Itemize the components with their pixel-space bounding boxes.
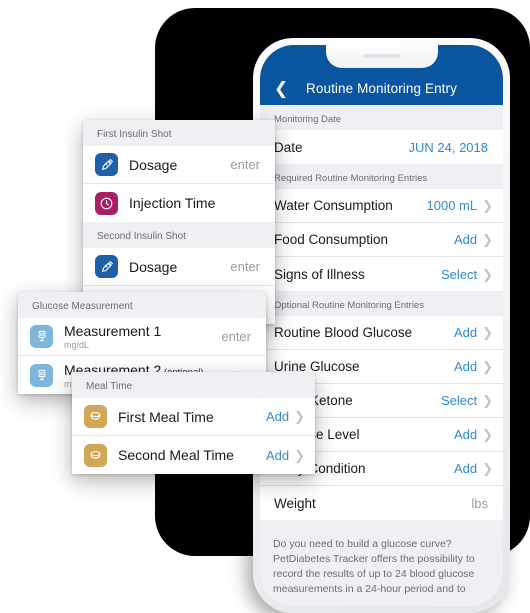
- phone-screen: ❮ Routine Monitoring Entry Monitoring Da…: [260, 45, 503, 606]
- chevron-right-icon: ❯: [482, 359, 493, 374]
- settings-list[interactable]: Monitoring Date Date JUN 24, 2018 Required …: [260, 105, 503, 606]
- glucose-meter-icon: [30, 325, 53, 348]
- row-text: Second Meal Time: [118, 447, 266, 463]
- row-value: 1000 mL: [426, 198, 478, 213]
- row-value: lbs: [471, 495, 488, 511]
- card-row-injection-time[interactable]: Injection Time: [83, 184, 275, 222]
- row-text: Dosage: [129, 259, 230, 275]
- row-title: Injection Time: [129, 195, 216, 211]
- page-title: Routine Monitoring Entry: [306, 81, 457, 96]
- chevron-right-icon: ❯: [294, 409, 305, 424]
- row-action-label[interactable]: Add: [266, 448, 289, 463]
- row-value: Select: [440, 393, 478, 408]
- row-label: Food Consumption: [274, 232, 389, 247]
- row-title: Second Meal Time: [118, 447, 234, 463]
- section-header: Monitoring Date: [260, 105, 503, 130]
- chevron-right-icon: ❯: [482, 266, 493, 282]
- list-row-date[interactable]: Date JUN 24, 2018: [260, 130, 503, 164]
- row-text: Injection Time: [129, 195, 265, 211]
- row-value: JUN 24, 2018: [408, 139, 489, 155]
- food-bowl-icon: [84, 405, 107, 428]
- chevron-right-icon: ❯: [482, 461, 493, 476]
- row-placeholder: enter: [230, 157, 260, 172]
- syringe-icon: [95, 153, 118, 176]
- glucose-meter-icon: [30, 363, 53, 387]
- meal-time-card[interactable]: Meal Time First Meal Time Add ❯ Second Meal …: [72, 372, 315, 474]
- section-rows: Date JUN 24, 2018: [260, 130, 503, 164]
- card-section-header: Meal Time: [72, 372, 315, 398]
- navigation-bar: ❮ Routine Monitoring Entry: [260, 45, 503, 105]
- section-header: Required Routine Monitoring Entries: [260, 164, 503, 189]
- phone-notch: [325, 45, 438, 68]
- card-row-dosage[interactable]: Dosage enter: [83, 248, 275, 286]
- row-subtitle: mg/dL: [64, 340, 90, 350]
- chevron-left-icon[interactable]: ❮: [274, 80, 288, 97]
- row-label: Weight: [274, 495, 316, 511]
- list-row-weight[interactable]: Weight lbs: [260, 486, 503, 520]
- row-title: Measurement 1: [64, 323, 162, 339]
- row-value: Add: [453, 427, 478, 442]
- card-section-header: Glucose Measurement: [18, 292, 266, 318]
- row-title: Dosage: [129, 156, 178, 173]
- card-row-dosage[interactable]: Dosage enter: [83, 146, 275, 184]
- row-placeholder: enter: [221, 329, 251, 344]
- card-rows: Dosage enter Injection Time: [83, 146, 275, 222]
- row-value: Add: [453, 325, 478, 340]
- card-row-measurement-1[interactable]: Measurement 1 mg/dL enter: [18, 318, 266, 356]
- row-value: Select: [440, 266, 478, 282]
- row-text: Dosage: [129, 157, 230, 173]
- chevron-right-icon: ❯: [482, 427, 493, 442]
- row-title: First Meal Time: [118, 408, 214, 425]
- card-row-second-meal-time[interactable]: Second Meal Time Add ❯: [72, 436, 315, 474]
- chevron-right-icon: ❯: [482, 232, 493, 247]
- list-row-food-consumption[interactable]: Food Consumption Add ❯: [260, 223, 503, 257]
- food-bowl-icon: [84, 443, 107, 467]
- chevron-right-icon: ❯: [482, 393, 493, 408]
- row-value: Add: [453, 232, 478, 247]
- earpiece-speaker: [362, 54, 401, 58]
- row-text: First Meal Time: [118, 409, 266, 425]
- row-value: Add: [453, 461, 478, 476]
- row-placeholder: enter: [230, 259, 260, 274]
- row-value: Add: [453, 359, 478, 374]
- list-row-water-consumption[interactable]: Water Consumption 1000 mL ❯: [260, 189, 503, 223]
- row-label: Signs of Illness: [274, 266, 365, 282]
- row-action-label[interactable]: Add: [266, 409, 289, 424]
- chevron-right-icon: ❯: [482, 325, 493, 340]
- list-row-signs-of-illness[interactable]: Signs of Illness Select ❯: [260, 257, 503, 291]
- section-rows: Water Consumption 1000 mL ❯ Food Consumptio…: [260, 189, 503, 291]
- syringe-icon: [95, 255, 118, 278]
- chevron-right-icon: ❯: [294, 447, 305, 463]
- row-label: Water Consumption: [274, 198, 393, 213]
- section-header: Optional Routine Monitoring Entries: [260, 291, 503, 316]
- footer-note: Do you need to build a glucose curve? Pe…: [260, 529, 503, 606]
- card-section-header: Second Insulin Shot: [83, 222, 275, 248]
- list-row-routine-blood-glucose[interactable]: Routine Blood Glucose Add ❯: [260, 316, 503, 350]
- row-label: Routine Blood Glucose: [274, 325, 413, 340]
- card-row-first-meal-time[interactable]: First Meal Time Add ❯: [72, 398, 315, 436]
- screenshot-root: ❮ Routine Monitoring Entry Monitoring Da…: [0, 0, 530, 613]
- row-title: Dosage: [129, 258, 178, 275]
- chevron-right-icon: ❯: [482, 198, 493, 213]
- card-section-header: First Insulin Shot: [83, 120, 275, 146]
- row-label: Date: [274, 139, 303, 155]
- phone-device: ❮ Routine Monitoring Entry Monitoring Da…: [253, 38, 510, 613]
- clock-icon: [95, 191, 118, 215]
- row-text: Measurement 1 mg/dL: [64, 323, 221, 350]
